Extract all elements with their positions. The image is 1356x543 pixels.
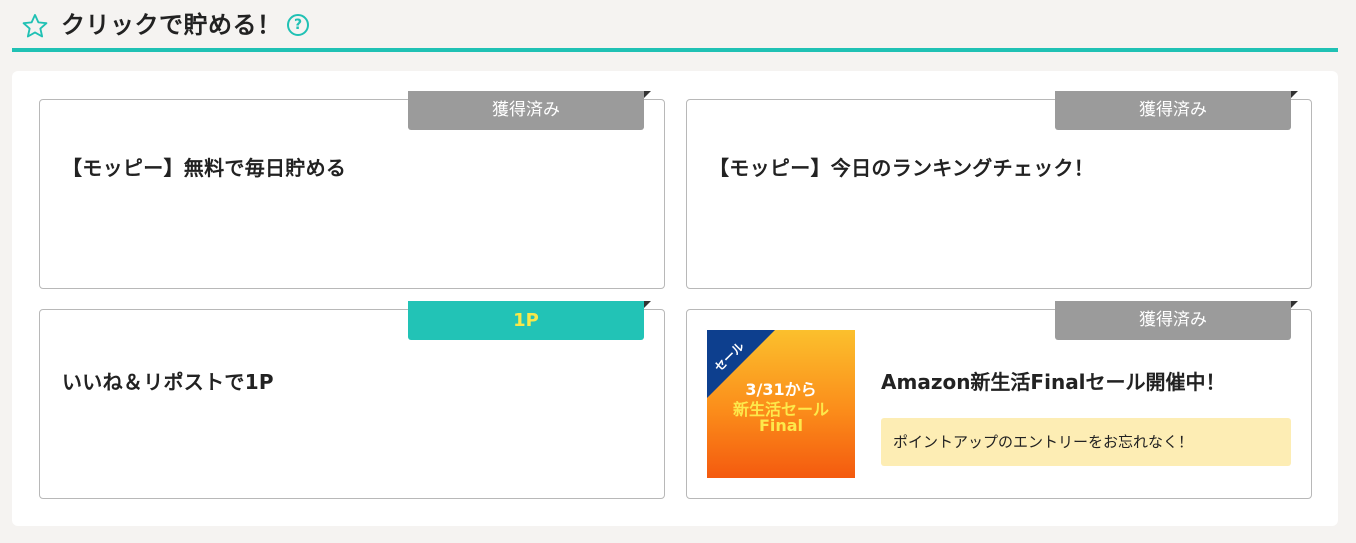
section-header: クリックで貯める！ ? bbox=[12, 0, 1338, 52]
status-badge: 獲得済み bbox=[1055, 301, 1298, 340]
star-icon bbox=[22, 13, 48, 38]
sale-banner-image[interactable]: セール 3/31から 新生活セール Final bbox=[707, 330, 855, 478]
card-title[interactable]: いいね＆リポストで1P bbox=[62, 366, 274, 395]
card-amazon-sale[interactable]: 獲得済み セール 3/31から 新生活セール Final Amazon新生活Fi… bbox=[686, 301, 1312, 499]
points-badge: 1P bbox=[408, 301, 651, 340]
status-badge: 獲得済み bbox=[1055, 91, 1298, 130]
status-badge: 獲得済み bbox=[408, 91, 651, 130]
card-ranking-check[interactable]: 獲得済み 【モッピー】今日のランキングチェック！ bbox=[686, 91, 1312, 289]
card-title[interactable]: Amazon新生活Finalセール開催中！ bbox=[881, 366, 1226, 395]
section-title: クリックで貯める！ bbox=[61, 11, 282, 39]
card-title[interactable]: 【モッピー】今日のランキングチェック！ bbox=[709, 152, 1094, 181]
click-earn-panel: 獲得済み 【モッピー】無料で毎日貯める 獲得済み 【モッピー】今日のランキングチ… bbox=[12, 71, 1338, 526]
entry-reminder-note: ポイントアップのエントリーをお忘れなく！ bbox=[881, 418, 1291, 466]
card-title[interactable]: 【モッピー】無料で毎日貯める bbox=[62, 152, 346, 181]
card-free-daily[interactable]: 獲得済み 【モッピー】無料で毎日貯める bbox=[39, 91, 665, 289]
help-icon[interactable]: ? bbox=[287, 14, 309, 36]
banner-final-text: Final bbox=[758, 416, 804, 435]
card-like-repost[interactable]: 1P いいね＆リポストで1P bbox=[39, 301, 665, 499]
